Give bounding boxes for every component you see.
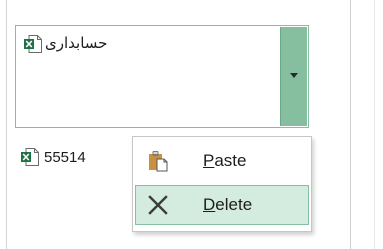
file-picker-panel: حسابداری 55514 Paste Delete bbox=[0, 0, 383, 249]
excel-file-icon bbox=[23, 34, 43, 54]
chevron-down-icon bbox=[290, 73, 298, 78]
dropdown-button[interactable] bbox=[280, 27, 307, 126]
close-icon bbox=[146, 193, 170, 217]
excel-file-icon bbox=[20, 147, 40, 167]
file-name: 55514 bbox=[44, 149, 86, 166]
selected-file-item[interactable]: حسابداری bbox=[15, 25, 309, 128]
paste-icon bbox=[146, 149, 170, 173]
menu-item-paste-label: Paste bbox=[203, 151, 247, 170]
panel-divider bbox=[350, 0, 351, 249]
menu-item-paste[interactable]: Paste bbox=[135, 141, 309, 181]
panel-divider-secondary bbox=[374, 0, 375, 249]
menu-item-delete[interactable]: Delete bbox=[135, 185, 309, 225]
panel-border bbox=[6, 0, 7, 249]
selected-file-name: حسابداری bbox=[45, 35, 108, 52]
menu-item-delete-label: Delete bbox=[203, 195, 253, 214]
context-menu: Paste Delete bbox=[132, 136, 312, 232]
